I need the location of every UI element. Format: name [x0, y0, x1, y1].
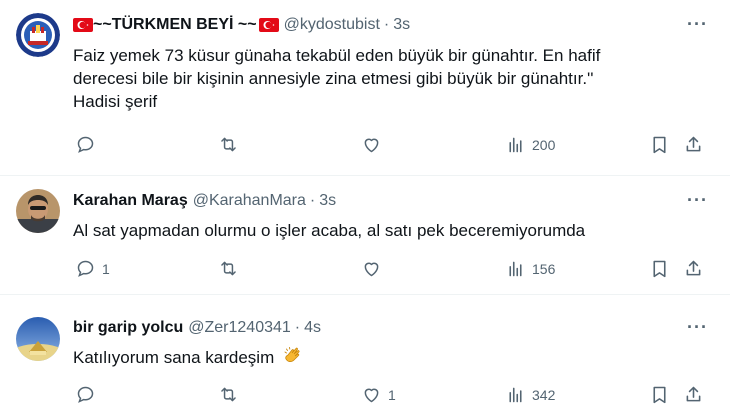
retweet-button[interactable] — [218, 134, 245, 155]
separator-dot: · — [294, 319, 301, 336]
display-name[interactable]: bir garip yolcu — [73, 319, 183, 337]
separator-dot: · — [383, 16, 390, 33]
views-chart-icon — [509, 387, 522, 403]
tweet-header: ~~TÜRKMEN BEYİ ~~ @kydostubist · 3s — [73, 16, 410, 34]
view-count: 156 — [532, 260, 556, 277]
handle[interactable]: @Zer1240341 — [188, 319, 291, 337]
tweet[interactable]: Karahan Maraş @KarahanMara · 3s ··· Al s… — [0, 176, 730, 294]
heart-icon — [364, 138, 379, 153]
tweet-actions: 1 342 — [73, 384, 713, 408]
display-name[interactable]: ~~TÜRKMEN BEYİ ~~ — [93, 16, 257, 34]
retweet-button[interactable] — [218, 258, 245, 279]
more-options-icon[interactable]: ··· — [687, 317, 708, 338]
avatar[interactable] — [16, 317, 60, 361]
tweet-actions: 1 156 — [73, 258, 713, 282]
share-icon — [686, 386, 701, 402]
like-count: 1 — [388, 386, 396, 403]
reply-count: 1 — [102, 260, 110, 277]
retweet-icon — [221, 261, 236, 276]
tweet-text-line: Al sat yapmadan olurmu o işler acaba, al… — [73, 221, 586, 240]
more-options-icon[interactable]: ··· — [687, 190, 708, 211]
retweet-button[interactable] — [218, 384, 245, 405]
avatar-kaaba-icon — [16, 317, 60, 361]
bookmark-icon — [653, 136, 666, 154]
separator-dot: · — [309, 192, 316, 209]
views-button[interactable]: 200 — [505, 134, 555, 155]
heart-icon — [364, 388, 379, 403]
tweet[interactable]: ~~TÜRKMEN BEYİ ~~ @kydostubist · 3s ··· … — [0, 0, 730, 175]
avatar-photo-icon — [16, 189, 60, 233]
handle[interactable]: @KarahanMara — [193, 192, 306, 210]
tweet-text-line: Katılıyorum sana kardeşim — [73, 346, 673, 369]
avatar[interactable] — [16, 13, 60, 57]
tweet-text-line: Hadisi şerif — [73, 92, 158, 111]
timestamp[interactable]: 3s — [393, 16, 410, 34]
share-button[interactable] — [683, 384, 704, 405]
tweet[interactable]: bir garip yolcu @Zer1240341 · 4s ··· Kat… — [0, 295, 730, 420]
clapping-hands-icon — [284, 347, 300, 362]
reply-button[interactable]: 1 — [75, 258, 110, 279]
reply-button[interactable] — [75, 384, 102, 405]
views-chart-icon — [509, 261, 522, 277]
like-button[interactable]: 1 — [361, 384, 396, 405]
tweet-text-line: derecesi bile bir kişinin annesiyle zina… — [73, 69, 594, 88]
turkish-flag-icon — [258, 18, 279, 32]
share-button[interactable] — [683, 134, 704, 155]
like-button[interactable] — [361, 258, 388, 279]
more-options-icon[interactable]: ··· — [687, 14, 708, 35]
reply-icon — [77, 260, 94, 277]
tweet-text: Katılıyorum sana kardeşim — [73, 346, 673, 369]
bookmark-icon — [653, 260, 666, 278]
timestamp[interactable]: 4s — [304, 319, 321, 337]
like-button[interactable] — [361, 134, 388, 155]
view-count: 342 — [532, 386, 556, 403]
avatar[interactable] — [16, 189, 60, 233]
share-icon — [686, 260, 701, 276]
bookmark-button[interactable] — [649, 134, 670, 155]
tweet-text-line: Faiz yemek 73 küsur günaha tekabül eden … — [73, 46, 601, 65]
turkish-flag-icon — [73, 18, 93, 32]
avatar-emblem-icon — [16, 13, 60, 57]
reply-button[interactable] — [75, 134, 102, 155]
share-icon — [686, 136, 701, 152]
retweet-icon — [221, 387, 236, 402]
share-button[interactable] — [683, 258, 704, 279]
tweet-header: Karahan Maraş @KarahanMara · 3s — [73, 192, 336, 210]
views-button[interactable]: 342 — [505, 384, 555, 405]
bookmark-button[interactable] — [649, 258, 670, 279]
views-button[interactable]: 156 — [505, 258, 555, 279]
reply-icon — [77, 136, 94, 153]
tweet-text-content: Katılıyorum sana kardeşim — [73, 348, 275, 367]
tweet-header: bir garip yolcu @Zer1240341 · 4s — [73, 319, 321, 337]
view-count: 200 — [532, 136, 556, 153]
tweet-text: Al sat yapmadan olurmu o işler acaba, al… — [73, 219, 673, 242]
heart-icon — [364, 262, 379, 277]
bookmark-icon — [653, 386, 666, 404]
bookmark-button[interactable] — [649, 384, 670, 405]
handle[interactable]: @kydostubist — [284, 16, 380, 34]
timestamp[interactable]: 3s — [319, 192, 336, 210]
retweet-icon — [221, 137, 236, 152]
tweet-actions: 200 — [73, 134, 713, 158]
tweet-text: Faiz yemek 73 küsur günaha tekabül eden … — [73, 44, 673, 113]
views-chart-icon — [509, 137, 522, 153]
display-name[interactable]: Karahan Maraş — [73, 192, 188, 210]
reply-icon — [77, 386, 94, 403]
